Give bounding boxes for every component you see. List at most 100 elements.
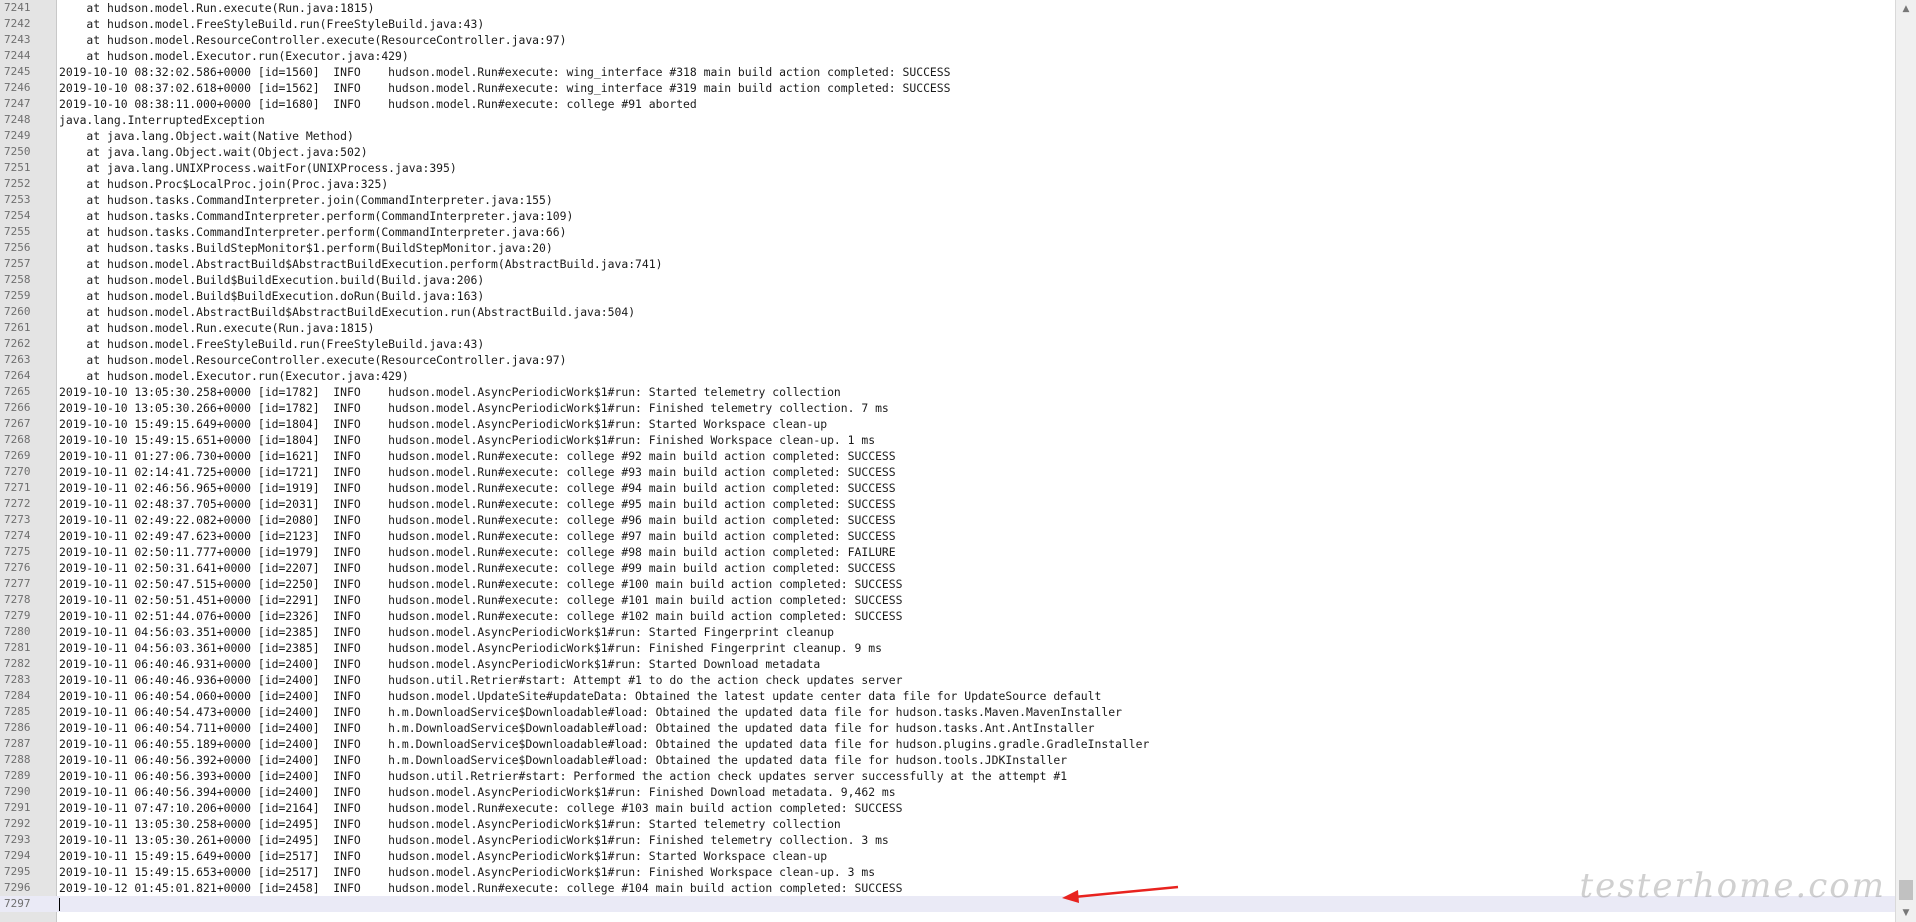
line-number: 7281 [4,641,31,654]
log-line[interactable]: 7267 2019-10-10 15:49:15.649+0000 [id=180… [0,416,1896,432]
line-text: at hudson.tasks.CommandInterpreter.perfo… [59,225,567,239]
line-text: 2019-10-11 13:05:30.261+0000 [id=2495] I… [59,833,889,847]
log-line[interactable]: 7255 at hudson.tasks.CommandInterpreter.… [0,224,1896,240]
line-text: 2019-10-10 13:05:30.266+0000 [id=1782] I… [59,401,889,415]
line-number: 7248 [4,113,31,126]
log-line[interactable]: 7261 at hudson.model.Run.execute(Run.jav… [0,320,1896,336]
log-line[interactable]: 7265 2019-10-10 13:05:30.258+0000 [id=178… [0,384,1896,400]
log-line[interactable]: 7284 2019-10-11 06:40:54.060+0000 [id=240… [0,688,1896,704]
line-number: 7288 [4,753,31,766]
line-text: at hudson.model.Build$BuildExecution.doR… [59,289,485,303]
text-editor[interactable]: 7241 at hudson.model.Run.execute(Run.jav… [0,0,1916,922]
line-text: 2019-10-11 06:40:54.711+0000 [id=2400] I… [59,721,1095,735]
log-line[interactable]: 7254 at hudson.tasks.CommandInterpreter.… [0,208,1896,224]
log-line[interactable]: 7282 2019-10-11 06:40:46.931+0000 [id=240… [0,656,1896,672]
log-line[interactable]: 7289 2019-10-11 06:40:56.393+0000 [id=240… [0,768,1896,784]
line-number: 7295 [4,865,31,878]
line-text: at hudson.model.AbstractBuild$AbstractBu… [59,257,663,271]
log-line[interactable]: 7252 at hudson.Proc$LocalProc.join(Proc.… [0,176,1896,192]
log-line[interactable]: 7242 at hudson.model.FreeStyleBuild.run(… [0,16,1896,32]
log-line[interactable]: 7253 at hudson.tasks.CommandInterpreter.… [0,192,1896,208]
vertical-scrollbar[interactable]: ▲ ▼ [1895,0,1916,922]
log-line[interactable]: 7277 2019-10-11 02:50:47.515+0000 [id=225… [0,576,1896,592]
log-line[interactable]: 7288 2019-10-11 06:40:56.392+0000 [id=240… [0,752,1896,768]
log-line[interactable]: 7272 2019-10-11 02:48:37.705+0000 [id=203… [0,496,1896,512]
log-line[interactable]: 7269 2019-10-11 01:27:06.730+0000 [id=162… [0,448,1896,464]
log-line[interactable]: 7271 2019-10-11 02:46:56.965+0000 [id=191… [0,480,1896,496]
line-number: 7256 [4,241,31,254]
log-line[interactable]: 7293 2019-10-11 13:05:30.261+0000 [id=249… [0,832,1896,848]
line-number: 7252 [4,177,31,190]
line-number: 7290 [4,785,31,798]
log-line[interactable]: 7268 2019-10-10 15:49:15.651+0000 [id=180… [0,432,1896,448]
log-line[interactable]: 7244 at hudson.model.Executor.run(Execut… [0,48,1896,64]
log-line[interactable]: 7285 2019-10-11 06:40:54.473+0000 [id=240… [0,704,1896,720]
log-line[interactable]: 7279 2019-10-11 02:51:44.076+0000 [id=232… [0,608,1896,624]
log-line[interactable]: 7278 2019-10-11 02:50:51.451+0000 [id=229… [0,592,1896,608]
log-line[interactable]: 7275 2019-10-11 02:50:11.777+0000 [id=197… [0,544,1896,560]
line-text: 2019-10-12 01:45:01.821+0000 [id=2458] I… [59,881,903,895]
line-number: 7247 [4,97,31,110]
log-line[interactable]: 7251 at java.lang.UNIXProcess.waitFor(UN… [0,160,1896,176]
log-line[interactable]: 7259 at hudson.model.Build$BuildExecutio… [0,288,1896,304]
log-line[interactable]: 7291 2019-10-11 07:47:10.206+0000 [id=216… [0,800,1896,816]
line-text: at hudson.model.ResourceController.execu… [59,33,567,47]
log-line[interactable]: 7273 2019-10-11 02:49:22.082+0000 [id=208… [0,512,1896,528]
line-number: 7254 [4,209,31,222]
line-text: 2019-10-10 13:05:30.258+0000 [id=1782] I… [59,385,841,399]
log-line[interactable]: 7263 at hudson.model.ResourceController.… [0,352,1896,368]
scrollbar-thumb[interactable] [1899,880,1913,900]
line-number: 7285 [4,705,31,718]
log-line[interactable]: 7248 java.lang.InterruptedException [0,112,1896,128]
log-line[interactable]: 7262 at hudson.model.FreeStyleBuild.run(… [0,336,1896,352]
line-text: at java.lang.Object.wait(Object.java:502… [59,145,368,159]
line-number: 7262 [4,337,31,350]
line-number: 7268 [4,433,31,446]
line-text: java.lang.InterruptedException [59,113,265,127]
log-line[interactable]: 7243 at hudson.model.ResourceController.… [0,32,1896,48]
log-line[interactable]: 7280 2019-10-11 04:56:03.351+0000 [id=238… [0,624,1896,640]
line-number: 7246 [4,81,31,94]
log-line[interactable]: 7283 2019-10-11 06:40:46.936+0000 [id=240… [0,672,1896,688]
log-line[interactable]: 7258 at hudson.model.Build$BuildExecutio… [0,272,1896,288]
log-line[interactable]: 7287 2019-10-11 06:40:55.189+0000 [id=240… [0,736,1896,752]
log-line[interactable]: 7281 2019-10-11 04:56:03.361+0000 [id=238… [0,640,1896,656]
line-number: 7269 [4,449,31,462]
line-text: 2019-10-11 02:50:51.451+0000 [id=2291] I… [59,593,903,607]
log-line[interactable]: 7266 2019-10-10 13:05:30.266+0000 [id=178… [0,400,1896,416]
line-number: 7274 [4,529,31,542]
log-line[interactable]: 7247 2019-10-10 08:38:11.000+0000 [id=168… [0,96,1896,112]
line-number: 7294 [4,849,31,862]
line-number: 7271 [4,481,31,494]
line-number: 7286 [4,721,31,734]
line-number: 7266 [4,401,31,414]
log-line[interactable]: 7260 at hudson.model.AbstractBuild$Abstr… [0,304,1896,320]
scroll-down-arrow-icon[interactable]: ▼ [1896,904,1916,922]
log-line[interactable]: 7270 2019-10-11 02:14:41.725+0000 [id=172… [0,464,1896,480]
line-text: 2019-10-11 13:05:30.258+0000 [id=2495] I… [59,817,841,831]
log-line[interactable]: 7276 2019-10-11 02:50:31.641+0000 [id=220… [0,560,1896,576]
log-line[interactable]: 7241 at hudson.model.Run.execute(Run.jav… [0,0,1896,16]
line-number: 7264 [4,369,31,382]
log-line[interactable]: 7246 2019-10-10 08:37:02.618+0000 [id=156… [0,80,1896,96]
log-line[interactable]: 7256 at hudson.tasks.BuildStepMonitor$1.… [0,240,1896,256]
line-number: 7251 [4,161,31,174]
log-line[interactable]: 7294 2019-10-11 15:49:15.649+0000 [id=251… [0,848,1896,864]
log-line[interactable]: 7250 at java.lang.Object.wait(Object.jav… [0,144,1896,160]
log-line[interactable]: 7249 at java.lang.Object.wait(Native Met… [0,128,1896,144]
line-number: 7283 [4,673,31,686]
line-text: at hudson.model.Run.execute(Run.java:181… [59,1,375,15]
log-line[interactable]: 7245 2019-10-10 08:32:02.586+0000 [id=156… [0,64,1896,80]
log-line[interactable]: 7286 2019-10-11 06:40:54.711+0000 [id=240… [0,720,1896,736]
log-line[interactable]: 7274 2019-10-11 02:49:47.623+0000 [id=212… [0,528,1896,544]
log-line[interactable]: 7292 2019-10-11 13:05:30.258+0000 [id=249… [0,816,1896,832]
log-line[interactable]: 7264 at hudson.model.Executor.run(Execut… [0,368,1896,384]
log-line[interactable]: 7257 at hudson.model.AbstractBuild$Abstr… [0,256,1896,272]
log-lines[interactable]: 7241 at hudson.model.Run.execute(Run.jav… [0,0,1896,912]
line-number: 7255 [4,225,31,238]
line-number: 7245 [4,65,31,78]
log-line[interactable]: 7290 2019-10-11 06:40:56.394+0000 [id=240… [0,784,1896,800]
line-text: 2019-10-11 06:40:46.936+0000 [id=2400] I… [59,673,903,687]
line-number: 7293 [4,833,31,846]
scroll-up-arrow-icon[interactable]: ▲ [1896,0,1916,18]
